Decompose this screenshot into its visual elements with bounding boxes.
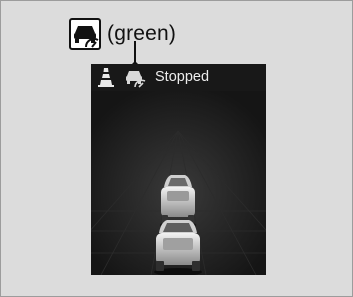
acc-vehicle-ahead-icon [69,18,101,50]
leader-line [134,41,136,63]
figure-frame: (green) Stopped [0,0,353,297]
lane-keeping-icon [98,68,114,87]
status-text: Stopped [155,69,210,85]
road-scene [91,91,266,275]
callout: (green) [69,18,176,50]
instrument-display: Stopped [91,64,266,275]
callout-label: (green) [107,22,177,45]
status-bar: Stopped [91,64,266,91]
acc-vehicle-ahead-icon [126,71,146,88]
